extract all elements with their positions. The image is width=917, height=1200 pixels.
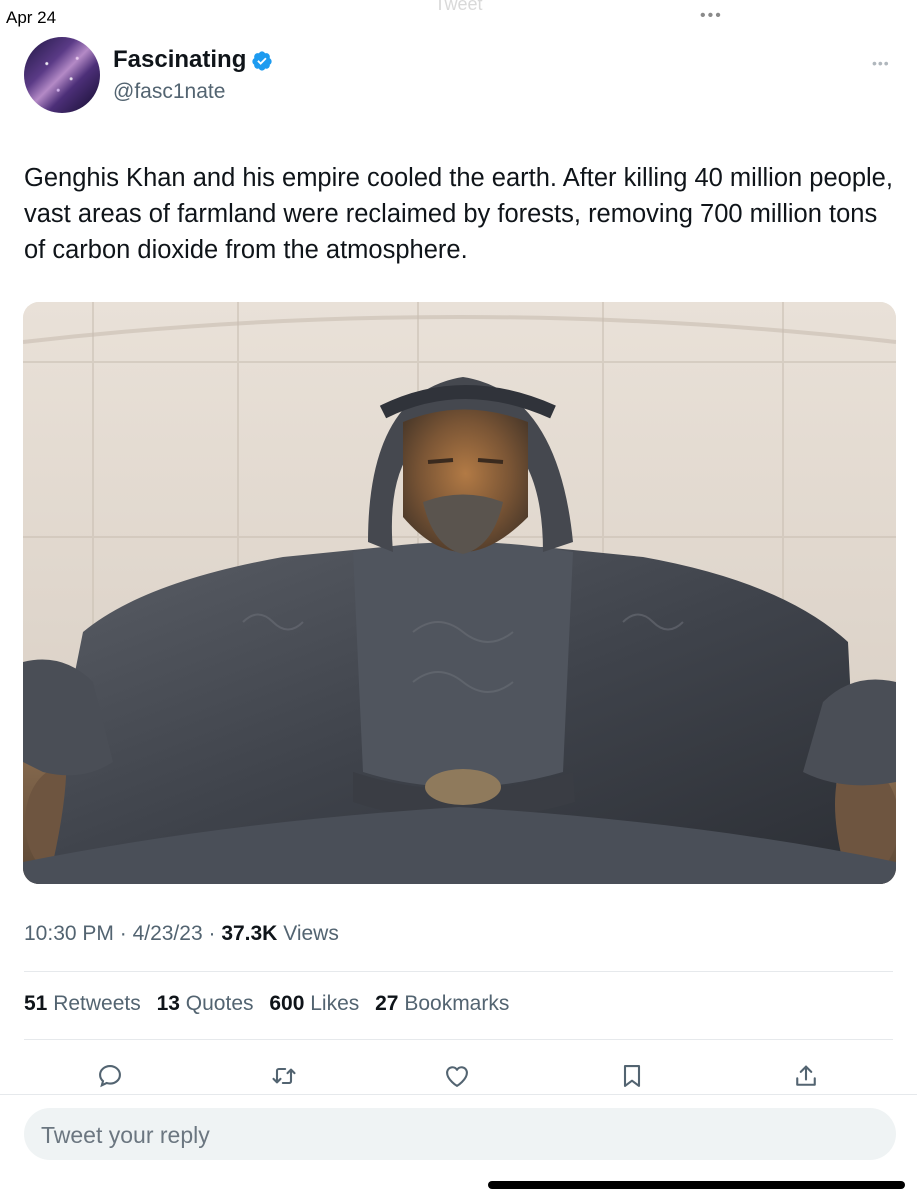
retweet-icon	[272, 1067, 296, 1085]
tweet-text: Genghis Khan and his empire cooled the e…	[24, 164, 893, 264]
reply-input[interactable]: Tweet your reply	[24, 1108, 896, 1160]
engagement-stats: 51 Retweets 13 Quotes 600 Likes 27 Bookm…	[24, 992, 519, 1016]
multitasking-dots-icon[interactable]: •••	[700, 8, 723, 24]
divider	[24, 1039, 893, 1040]
like-button[interactable]	[442, 1061, 472, 1091]
divider	[24, 971, 893, 972]
share-icon	[796, 1065, 816, 1086]
tweet-time: 10:30 PM	[24, 922, 114, 945]
tweet-date: 4/23/23	[132, 922, 203, 945]
author-handle[interactable]: @fasc1nate	[113, 80, 225, 104]
bookmark-icon	[623, 1065, 641, 1087]
views-label[interactable]: Views	[283, 922, 339, 945]
home-indicator[interactable]	[488, 1181, 905, 1189]
page-title: Tweet	[434, 0, 483, 14]
quotes-stat[interactable]: 13 Quotes	[157, 992, 254, 1015]
meta-separator: ·	[208, 922, 222, 945]
tweet-detail-screen: Apr 24 Tweet ••• Fascinating @fasc1nate …	[0, 0, 917, 1200]
retweets-stat[interactable]: 51 Retweets	[24, 992, 141, 1015]
bookmarks-stat[interactable]: 27 Bookmarks	[375, 992, 509, 1015]
share-button[interactable]	[791, 1061, 821, 1091]
reply-placeholder: Tweet your reply	[41, 1122, 210, 1148]
retweet-button[interactable]	[269, 1061, 299, 1091]
reply-icon	[99, 1065, 121, 1088]
likes-stat[interactable]: 600 Likes	[269, 992, 359, 1015]
author-display-name[interactable]: Fascinating	[113, 46, 246, 74]
more-options-icon[interactable]: •••	[872, 55, 890, 71]
bookmark-button[interactable]	[617, 1061, 647, 1091]
avatar[interactable]	[24, 37, 100, 113]
views-count: 37.3K	[221, 922, 278, 945]
tweet-media-image[interactable]	[23, 302, 896, 884]
reply-button[interactable]	[95, 1061, 125, 1091]
tweet-meta: 10:30 PM · 4/23/23 · 37.3K Views	[24, 922, 339, 946]
verified-badge-icon	[252, 51, 272, 71]
heart-icon	[446, 1066, 468, 1087]
meta-separator: ·	[119, 922, 133, 945]
divider	[0, 1094, 917, 1095]
statue-photo	[23, 302, 896, 884]
